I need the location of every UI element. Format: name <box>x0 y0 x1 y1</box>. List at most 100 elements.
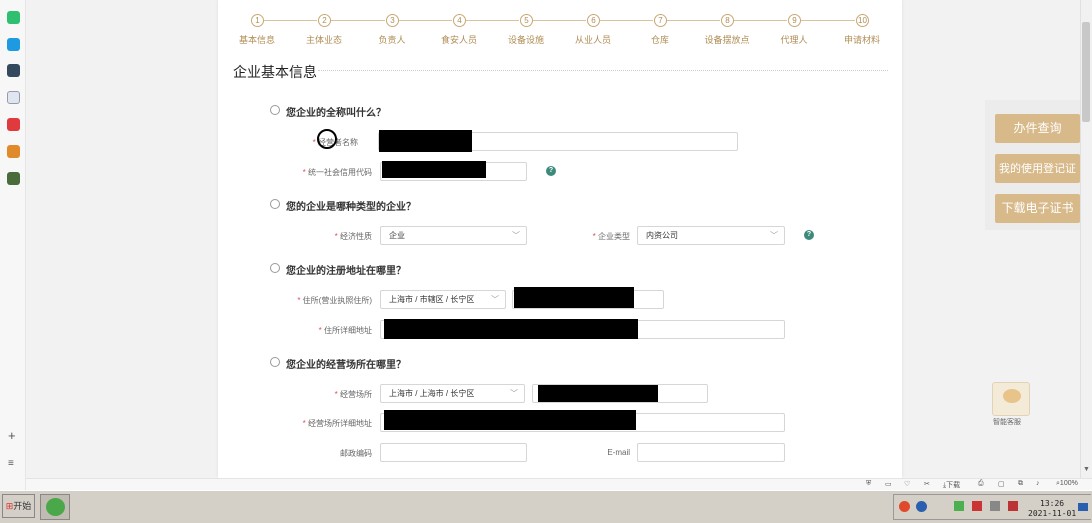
econ-nature-label: * 经济性质 <box>334 232 372 241</box>
step-8-label[interactable]: 设备摆放点 <box>697 33 757 46</box>
reg-address-select[interactable]: 上海市 / 市辖区 / 长宁区 ﹀ <box>380 290 506 309</box>
wechat-icon[interactable] <box>7 11 20 24</box>
step-1-number[interactable]: 1 <box>251 14 264 27</box>
step-connector <box>600 20 653 21</box>
annotation-circle <box>317 129 337 149</box>
comment-icon <box>270 199 280 209</box>
robot-icon <box>1003 389 1021 403</box>
step-4-number[interactable]: 4 <box>453 14 466 27</box>
email-label: E-mail <box>607 448 630 457</box>
window-icon[interactable]: ▢ <box>998 480 1005 488</box>
email-input[interactable] <box>637 443 785 462</box>
scrollbar-thumb[interactable] <box>1082 22 1090 122</box>
screen-icon[interactable]: ▭ <box>885 480 892 488</box>
browser-icon <box>46 498 65 516</box>
step-6-number[interactable]: 6 <box>587 14 600 27</box>
step-3-label[interactable]: 负责人 <box>362 33 422 46</box>
step-8-number[interactable]: 8 <box>721 14 734 27</box>
taskbar-browser-app[interactable] <box>40 494 70 520</box>
step-3-number[interactable]: 3 <box>386 14 399 27</box>
step-connector <box>264 20 317 21</box>
step-5-number[interactable]: 5 <box>520 14 533 27</box>
question-company-name: 您企业的全称叫什么？ <box>286 108 386 119</box>
start-label: 开始 <box>13 501 32 511</box>
sound-icon[interactable]: ♪ <box>1036 480 1040 487</box>
title-divider <box>318 70 888 71</box>
tray-network-icon[interactable] <box>954 501 964 511</box>
doc-icon[interactable] <box>7 91 20 104</box>
step-7-number[interactable]: 7 <box>654 14 667 27</box>
credit-code-label: * 统一社会信用代码 <box>302 168 372 177</box>
my-registration-button[interactable]: 我的使用登记证 <box>995 154 1080 183</box>
step-10-label[interactable]: 申请材料 <box>832 33 892 46</box>
redaction <box>514 287 634 308</box>
download-status[interactable]: ⤓下载 <box>943 480 960 490</box>
step-connector <box>734 20 787 21</box>
step-connector <box>466 20 519 21</box>
zoom-control[interactable]: ⌕100% <box>1056 480 1078 488</box>
assistant-avatar[interactable] <box>992 382 1030 416</box>
heart-icon[interactable]: ♡ <box>904 480 910 488</box>
biz-address-label: * 经营场所 <box>334 390 372 399</box>
redaction <box>538 385 658 402</box>
case-query-button[interactable]: 办件查询 <box>995 114 1080 143</box>
step-10-number[interactable]: 10 <box>856 14 869 27</box>
tray-help-icon[interactable] <box>916 501 927 512</box>
econ-nature-select[interactable]: 企业 ﹀ <box>380 226 527 245</box>
help-icon[interactable]: ? <box>546 166 556 176</box>
comment-icon <box>270 105 280 115</box>
step-4-label[interactable]: 食安人员 <box>429 33 489 46</box>
step-7-label[interactable]: 仓库 <box>630 33 690 46</box>
company-type-select[interactable]: 内资公司 ﹀ <box>637 226 785 245</box>
tray-app-icon[interactable] <box>899 501 910 512</box>
biz-address-detail-label: * 经营场所详细地址 <box>302 419 372 428</box>
browser-status-bar <box>26 478 1092 490</box>
step-connector <box>667 20 720 21</box>
menu-icon[interactable]: ≡ <box>8 458 14 469</box>
shield-icon[interactable]: ⛨ <box>866 480 871 488</box>
photo-icon[interactable] <box>7 172 20 185</box>
scroll-down-icon[interactable]: ▼ <box>1083 466 1090 473</box>
game-icon[interactable] <box>7 145 20 158</box>
show-desktop-icon[interactable] <box>1078 503 1088 511</box>
help-icon[interactable]: ? <box>804 230 814 240</box>
app-dark-icon[interactable] <box>7 64 20 77</box>
app-p-icon[interactable] <box>7 38 20 51</box>
printer-icon[interactable]: ⎙ <box>978 480 984 488</box>
comment-icon <box>270 263 280 273</box>
step-9-number[interactable]: 9 <box>788 14 801 27</box>
download-label: 下载 <box>946 482 961 489</box>
page-title: 企业基本信息 <box>233 64 317 80</box>
tray-security-icon[interactable] <box>972 501 982 511</box>
assistant-label: 智能客服 <box>993 419 1021 426</box>
page-margin-left <box>26 0 218 478</box>
app-red-icon[interactable] <box>7 118 20 131</box>
question-company-type: 您的企业是哪种类型的企业？ <box>286 202 416 213</box>
step-connector <box>399 20 452 21</box>
redaction <box>384 410 636 430</box>
download-certificate-button[interactable]: 下载电子证书 <box>995 194 1080 223</box>
biz-address-select[interactable]: 上海市 / 上海市 / 长宁区 ﹀ <box>380 384 525 403</box>
step-2-label[interactable]: 主体业态 <box>294 33 354 46</box>
tools-icon[interactable]: ✂ <box>924 480 930 488</box>
left-app-bar: + ≡ <box>0 0 26 490</box>
redaction <box>379 130 472 152</box>
redaction <box>382 161 486 178</box>
copy-icon[interactable]: ⧉ <box>1018 480 1023 488</box>
step-1-label[interactable]: 基本信息 <box>227 33 287 46</box>
clock-date: 2021-11-01 <box>1028 509 1077 518</box>
postcode-input[interactable] <box>380 443 527 462</box>
comment-icon <box>270 357 280 367</box>
step-5-label[interactable]: 设备设施 <box>496 33 556 46</box>
page-margin-right <box>902 0 1080 478</box>
step-6-label[interactable]: 从业人员 <box>563 33 623 46</box>
step-connector <box>331 20 385 21</box>
step-9-label[interactable]: 代理人 <box>764 33 824 46</box>
tray-monitor-icon[interactable] <box>990 501 1000 511</box>
add-icon[interactable]: + <box>8 428 16 443</box>
redaction <box>384 319 638 339</box>
step-2-number[interactable]: 2 <box>318 14 331 27</box>
tray-volume-icon[interactable] <box>1008 501 1018 511</box>
step-connector <box>533 20 586 21</box>
start-button[interactable]: ⊞开始 <box>2 494 35 518</box>
